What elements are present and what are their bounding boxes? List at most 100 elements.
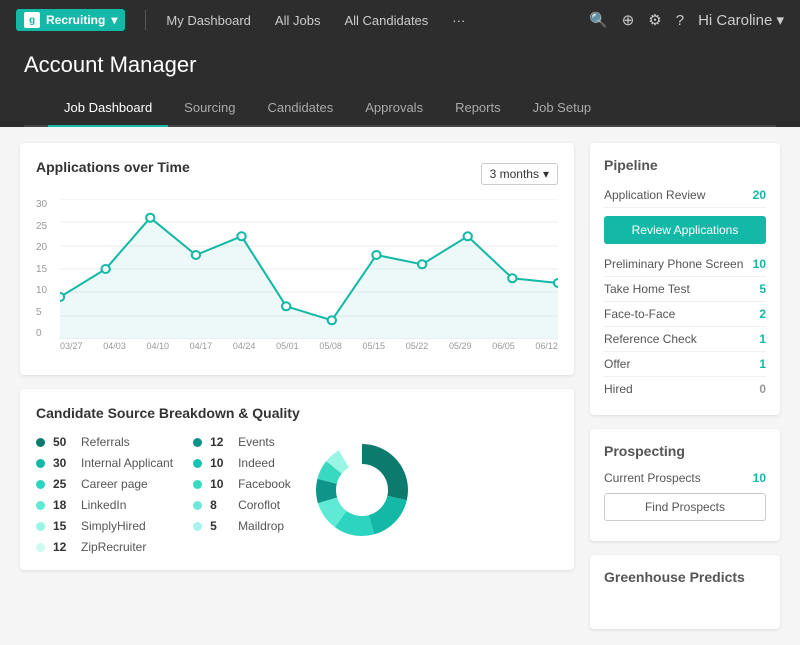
nav-more[interactable]: ··· bbox=[448, 9, 469, 32]
source-number: 15 bbox=[53, 519, 73, 533]
nav-separator bbox=[145, 10, 146, 30]
source-item: 15 SimplyHired bbox=[36, 519, 173, 533]
donut-chart bbox=[307, 435, 417, 545]
nav-all-jobs[interactable]: All Jobs bbox=[271, 9, 325, 32]
source-number: 50 bbox=[53, 435, 73, 449]
pipeline-title: Pipeline bbox=[604, 157, 766, 173]
chart-title: Applications over Time bbox=[36, 159, 190, 175]
tab-bar: Job Dashboard Sourcing Candidates Approv… bbox=[24, 90, 776, 127]
chart-svg-area bbox=[60, 199, 558, 339]
source-dot bbox=[193, 501, 202, 510]
source-item: 5 Maildrop bbox=[193, 519, 291, 533]
source-number: 25 bbox=[53, 477, 73, 491]
source-dot bbox=[193, 459, 202, 468]
source-label: Referrals bbox=[81, 435, 130, 449]
user-menu[interactable]: Hi Caroline ▾ bbox=[698, 11, 784, 29]
time-period-label: 3 months bbox=[490, 167, 539, 181]
source-dot bbox=[36, 438, 45, 447]
applications-chart-card: Applications over Time 3 months ▾ 30 25 … bbox=[20, 143, 574, 375]
source-label: Career page bbox=[81, 477, 148, 491]
search-icon[interactable]: 🔍 bbox=[589, 11, 608, 29]
tab-approvals[interactable]: Approvals bbox=[349, 90, 439, 127]
chevron-down-icon: ▾ bbox=[543, 167, 549, 181]
greenhouse-icon: g bbox=[24, 12, 40, 28]
source-label: Maildrop bbox=[238, 519, 284, 533]
predicts-card: Greenhouse Predicts bbox=[590, 555, 780, 629]
nav-actions: 🔍 ⊕ ⚙ ? Hi Caroline ▾ bbox=[589, 11, 784, 29]
tab-reports[interactable]: Reports bbox=[439, 90, 517, 127]
page-title: Account Manager bbox=[24, 52, 776, 78]
source-label: LinkedIn bbox=[81, 498, 126, 512]
source-number: 30 bbox=[53, 456, 73, 470]
pipeline-row-hired: Hired 0 bbox=[604, 377, 766, 401]
pipeline-row-offer: Offer 1 bbox=[604, 352, 766, 377]
prospecting-card: Prospecting Current Prospects 10 Find Pr… bbox=[590, 429, 780, 541]
page-header: Account Manager Job Dashboard Sourcing C… bbox=[0, 40, 800, 127]
time-period-select[interactable]: 3 months ▾ bbox=[481, 163, 558, 185]
right-panel: Pipeline Application Review 20 Review Ap… bbox=[590, 143, 780, 629]
nav-links: My Dashboard All Jobs All Candidates ··· bbox=[162, 9, 469, 32]
source-title: Candidate Source Breakdown & Quality bbox=[36, 405, 558, 421]
source-label: Internal Applicant bbox=[81, 456, 173, 470]
source-dot bbox=[193, 480, 202, 489]
pipeline-row-application-review: Application Review 20 bbox=[604, 183, 766, 208]
source-col-1: 50 Referrals 30 Internal Applicant 25 Ca… bbox=[36, 435, 173, 554]
source-label: SimplyHired bbox=[81, 519, 146, 533]
pipeline-row-face-to-face: Face-to-Face 2 bbox=[604, 302, 766, 327]
nav-all-candidates[interactable]: All Candidates bbox=[340, 9, 432, 32]
tab-job-dashboard[interactable]: Job Dashboard bbox=[48, 90, 168, 127]
source-dot bbox=[36, 459, 45, 468]
source-item: 18 LinkedIn bbox=[36, 498, 173, 512]
source-label: Coroflot bbox=[238, 498, 280, 512]
source-dot bbox=[36, 501, 45, 510]
source-dot bbox=[36, 522, 45, 531]
line-chart-svg bbox=[60, 199, 558, 339]
source-item: 10 Indeed bbox=[193, 456, 291, 470]
source-col-2: 12 Events 10 Indeed 10 Facebook 8 Corofl… bbox=[193, 435, 291, 554]
x-axis-labels: 03/27 04/03 04/10 04/17 04/24 05/01 05/0… bbox=[60, 341, 558, 359]
source-dot bbox=[36, 543, 45, 552]
left-panel: Applications over Time 3 months ▾ 30 25 … bbox=[20, 143, 574, 629]
find-prospects-button[interactable]: Find Prospects bbox=[604, 493, 766, 521]
add-icon[interactable]: ⊕ bbox=[622, 11, 635, 29]
pipeline-row-phone-screen: Preliminary Phone Screen 10 bbox=[604, 252, 766, 277]
predicts-title: Greenhouse Predicts bbox=[604, 569, 766, 585]
source-item: 12 Events bbox=[193, 435, 291, 449]
nav-my-dashboard[interactable]: My Dashboard bbox=[162, 9, 255, 32]
source-number: 8 bbox=[210, 498, 230, 512]
tab-sourcing[interactable]: Sourcing bbox=[168, 90, 251, 127]
review-applications-button[interactable]: Review Applications bbox=[604, 216, 766, 244]
source-item: 30 Internal Applicant bbox=[36, 456, 173, 470]
brand-logo[interactable]: g Recruiting ▾ bbox=[16, 9, 125, 31]
pipeline-card: Pipeline Application Review 20 Review Ap… bbox=[590, 143, 780, 415]
source-grid: 50 Referrals 30 Internal Applicant 25 Ca… bbox=[36, 435, 558, 554]
source-number: 10 bbox=[210, 456, 230, 470]
source-breakdown-card: Candidate Source Breakdown & Quality 50 … bbox=[20, 389, 574, 570]
chart-container: 30 25 20 15 10 5 0 bbox=[36, 199, 558, 359]
source-number: 12 bbox=[53, 540, 73, 554]
source-number: 12 bbox=[210, 435, 230, 449]
predicts-content bbox=[604, 595, 766, 615]
source-item: 25 Career page bbox=[36, 477, 173, 491]
pipeline-rows: Application Review 20 Review Application… bbox=[604, 183, 766, 401]
main-content: Applications over Time 3 months ▾ 30 25 … bbox=[0, 127, 800, 645]
current-prospects-row: Current Prospects 10 bbox=[604, 469, 766, 487]
source-number: 18 bbox=[53, 498, 73, 512]
top-nav: g Recruiting ▾ My Dashboard All Jobs All… bbox=[0, 0, 800, 40]
brand-dropdown-icon[interactable]: ▾ bbox=[111, 13, 117, 27]
source-item: 8 Coroflot bbox=[193, 498, 291, 512]
source-number: 10 bbox=[210, 477, 230, 491]
source-label: Indeed bbox=[238, 456, 275, 470]
tab-job-setup[interactable]: Job Setup bbox=[517, 90, 608, 127]
chart-header: Applications over Time 3 months ▾ bbox=[36, 159, 558, 189]
source-dot bbox=[193, 438, 202, 447]
tab-candidates[interactable]: Candidates bbox=[251, 90, 349, 127]
source-item: 12 ZipRecruiter bbox=[36, 540, 173, 554]
y-axis-labels: 30 25 20 15 10 5 0 bbox=[36, 199, 58, 339]
help-icon[interactable]: ? bbox=[676, 12, 684, 29]
source-label: Facebook bbox=[238, 477, 291, 491]
pipeline-row-take-home: Take Home Test 5 bbox=[604, 277, 766, 302]
settings-icon[interactable]: ⚙ bbox=[648, 11, 661, 29]
source-item: 50 Referrals bbox=[36, 435, 173, 449]
source-dot bbox=[193, 522, 202, 531]
